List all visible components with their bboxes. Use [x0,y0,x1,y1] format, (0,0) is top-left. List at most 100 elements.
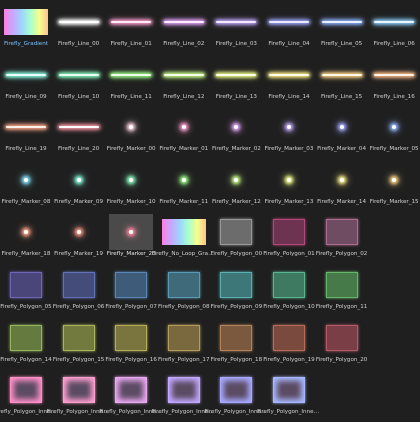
asset-item[interactable]: Firefly_Polygon_01 [263,212,315,264]
asset-item[interactable]: Firefly_Polygon_08 [158,265,210,317]
asset-item[interactable]: Firefly_Marker_00 [105,107,157,159]
asset-item[interactable]: Firefly_Line_14 [263,55,315,107]
asset-item[interactable]: Firefly_Line_20 [53,107,105,159]
asset-item[interactable]: Firefly_Line_11 [105,55,157,107]
asset-item[interactable]: Firefly_Polygon_19 [263,318,315,370]
asset-item[interactable]: Firefly_Polygon_20 [316,318,368,370]
asset-thumbnail [4,57,48,93]
polygon-inner-preview [62,377,95,404]
asset-thumbnail [214,162,258,198]
asset-item[interactable]: Firefly_Polygon_14 [0,318,52,370]
asset-thumbnail [214,57,258,93]
asset-item[interactable]: Firefly_Polygon_Inner_03 [99,370,163,422]
asset-item[interactable]: Firefly_Polygon_05 [0,265,52,317]
asset-thumbnail [320,320,364,356]
asset-thumbnail [372,162,416,198]
asset-item[interactable]: Firefly_Polygon_00 [210,212,262,264]
line-preview [269,21,309,23]
asset-item[interactable]: Firefly_Polygon_09 [210,265,262,317]
asset-thumbnail [162,109,206,145]
asset-thumbnail [109,372,153,408]
polygon-inner-preview [10,377,42,404]
polygon-preview [325,272,358,298]
asset-item[interactable]: Firefly_Line_15 [316,55,368,107]
marker-preview [76,230,81,235]
asset-thumbnail [372,267,416,303]
asset-item[interactable]: Firefly_Polygon_06 [53,265,105,317]
polygon-preview [273,272,305,298]
asset-item[interactable]: Firefly_Line_16 [368,55,420,107]
marker-preview [129,230,134,235]
asset-item[interactable]: Firefly_Line_13 [210,55,262,107]
asset-item[interactable]: Firefly_Marker_18 [0,212,52,264]
asset-item[interactable]: Firefly_Polygon_11 [316,265,368,317]
asset-item[interactable]: Firefly_Line_12 [158,55,210,107]
asset-item[interactable]: Firefly_Gradient [0,2,52,54]
asset-item[interactable]: Firefly_Line_01 [105,2,157,54]
asset-item[interactable]: Firefly_Polygon_Inner_04 [152,370,216,422]
asset-item[interactable]: Firefly_Polygon_Inner_05 [204,370,268,422]
polygon-preview [167,272,200,298]
asset-thumbnail [4,162,48,198]
asset-item[interactable]: Firefly_Marker_01 [158,107,210,159]
asset-item[interactable]: Firefly_Marker_09 [53,160,105,212]
marker-preview [24,177,28,182]
asset-item[interactable]: Firefly_Marker_04 [316,107,368,159]
line-preview [163,73,204,76]
asset-item[interactable]: Firefly_Line_19 [0,107,52,159]
asset-item[interactable]: Firefly_Marker_02 [210,107,262,159]
asset-item[interactable]: Firefly_Line_06 [368,2,420,54]
polygon-preview [220,219,253,246]
asset-item[interactable]: Firefly_Marker_03 [263,107,315,159]
asset-thumbnail [267,162,311,198]
marker-preview [287,125,291,130]
asset-item[interactable]: Firefly_Polygon_Inner_02 [47,370,111,422]
asset-item[interactable]: Firefly_Marker_15 [368,160,420,212]
asset-item[interactable]: Firefly_Line_09 [0,55,52,107]
asset-item[interactable]: Firefly_Polygon_15 [53,318,105,370]
asset-item[interactable]: Firefly_Line_05 [316,2,368,54]
asset-item[interactable]: Firefly_Polygon_16 [105,318,157,370]
line-preview [269,73,309,76]
line-preview [58,73,99,76]
asset-item[interactable]: Firefly_Polygon_07 [105,265,157,317]
asset-item[interactable]: Firefly_Polygon_18 [210,318,262,370]
asset-item[interactable]: Firefly_Line_03 [210,2,262,54]
asset-item[interactable]: Firefly_Marker_05 [368,107,420,159]
asset-item[interactable]: Firefly_Line_10 [53,55,105,107]
asset-item[interactable]: Firefly_Marker_12 [210,160,262,212]
polygon-preview [167,324,200,351]
asset-item[interactable]: Firefly_Line_00 [53,2,105,54]
asset-thumbnail [267,372,311,408]
polygon-preview [62,272,95,298]
asset-item[interactable]: Firefly_Polygon_17 [158,318,210,370]
asset-item[interactable]: Firefly_No_Loop_Gradient [152,212,216,264]
polygon-preview [10,272,42,298]
marker-preview [339,125,344,130]
asset-thumbnail [4,320,48,356]
asset-item[interactable]: Firefly_Marker_14 [316,160,368,212]
asset-item[interactable]: Firefly_Marker_13 [263,160,315,212]
line-preview [374,21,415,23]
asset-item[interactable]: Firefly_Marker_08 [0,160,52,212]
asset-item[interactable]: Firefly_Marker_19 [53,212,105,264]
asset-item[interactable]: Firefly_Marker_11 [158,160,210,212]
asset-item[interactable]: Firefly_Line_02 [158,2,210,54]
asset-item[interactable]: Firefly_Polygon_02 [316,212,368,264]
asset-thumbnail [109,267,153,303]
asset-thumbnail [267,109,311,145]
asset-item[interactable]: Firefly_Polygon_Inner_01 [0,370,58,422]
asset-item[interactable]: Firefly_Polygon_10 [263,265,315,317]
asset-thumbnail [214,320,258,356]
asset-item[interactable]: Firefly_Line_04 [263,2,315,54]
asset-item[interactable]: Firefly_Marker_20 [105,212,157,264]
asset-item[interactable]: Firefly_Marker_10 [105,160,157,212]
asset-item[interactable]: Firefly_Polygon_Inner_06 [257,370,321,422]
asset-thumbnail [162,57,206,93]
asset-thumbnail [161,214,206,250]
asset-thumbnail [372,4,416,40]
asset-thumbnail [4,214,48,250]
polygon-preview [273,219,305,246]
polygon-preview [273,324,305,351]
marker-preview [392,177,397,182]
